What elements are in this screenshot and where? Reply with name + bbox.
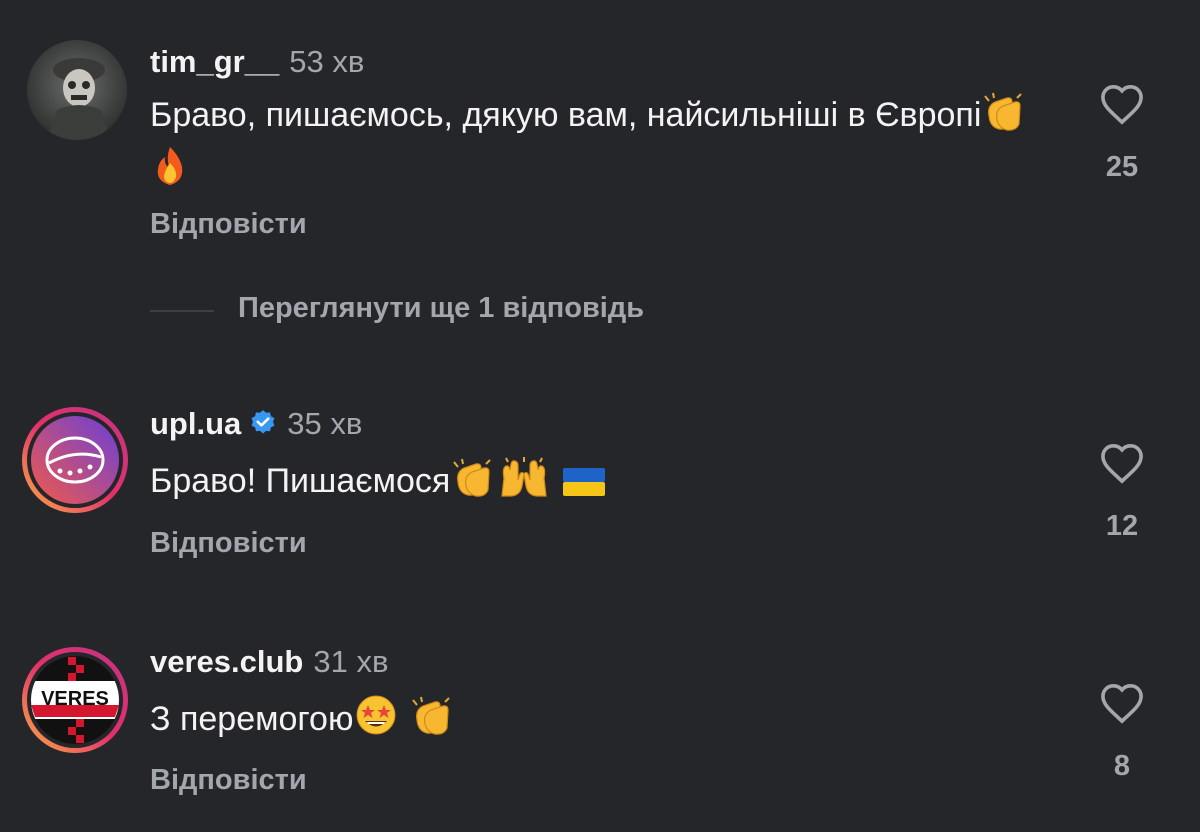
username[interactable]: upl.ua (150, 406, 241, 441)
clapping-hands-icon (450, 458, 496, 511)
clapping-hands-icon (409, 696, 455, 749)
username[interactable]: veres.club (150, 644, 303, 679)
heart-icon[interactable] (1099, 83, 1145, 125)
comment-text: Браво, пишаємось, дякую вам, найсильніші… (150, 92, 1050, 200)
heart-icon[interactable] (1099, 682, 1145, 724)
fire-icon (150, 145, 190, 200)
reply-button[interactable]: Відповісти (150, 208, 307, 241)
comment-header: veres.club 31 хв (150, 644, 388, 680)
reply-button[interactable]: Відповісти (150, 527, 307, 560)
clapping-hands-icon (981, 92, 1027, 145)
like-control: 12 (1090, 442, 1154, 543)
ukraine-flag-icon (562, 464, 606, 511)
verified-badge-icon (249, 409, 277, 445)
veres-logo-text: VERES (41, 688, 109, 710)
avatar[interactable]: VERES (20, 645, 130, 755)
like-control: 8 (1090, 682, 1154, 783)
reply-button[interactable]: Відповісти (150, 764, 307, 797)
star-struck-icon (353, 694, 399, 749)
avatar[interactable] (27, 40, 127, 140)
comment-header: tim_gr__ 53 хв (150, 44, 364, 80)
avatar[interactable] (20, 405, 130, 515)
view-more-label[interactable]: Переглянути ще 1 відповідь (238, 292, 644, 325)
heart-icon[interactable] (1099, 442, 1145, 484)
like-count: 25 (1105, 151, 1139, 183)
like-control: 25 (1090, 83, 1154, 184)
username[interactable]: tim_gr__ (150, 44, 279, 79)
comment-text: Браво! Пишаємося (150, 456, 1050, 511)
raising-hands-icon (496, 456, 552, 511)
timestamp: 35 хв (287, 406, 363, 441)
timestamp: 53 хв (289, 44, 365, 79)
like-count: 12 (1105, 510, 1139, 542)
timestamp: 31 хв (313, 644, 389, 679)
like-count: 8 (1113, 750, 1131, 782)
divider (150, 310, 214, 312)
comment-header: upl.ua 35 хв (150, 406, 362, 445)
comment-text: З перемогою (150, 694, 1050, 749)
